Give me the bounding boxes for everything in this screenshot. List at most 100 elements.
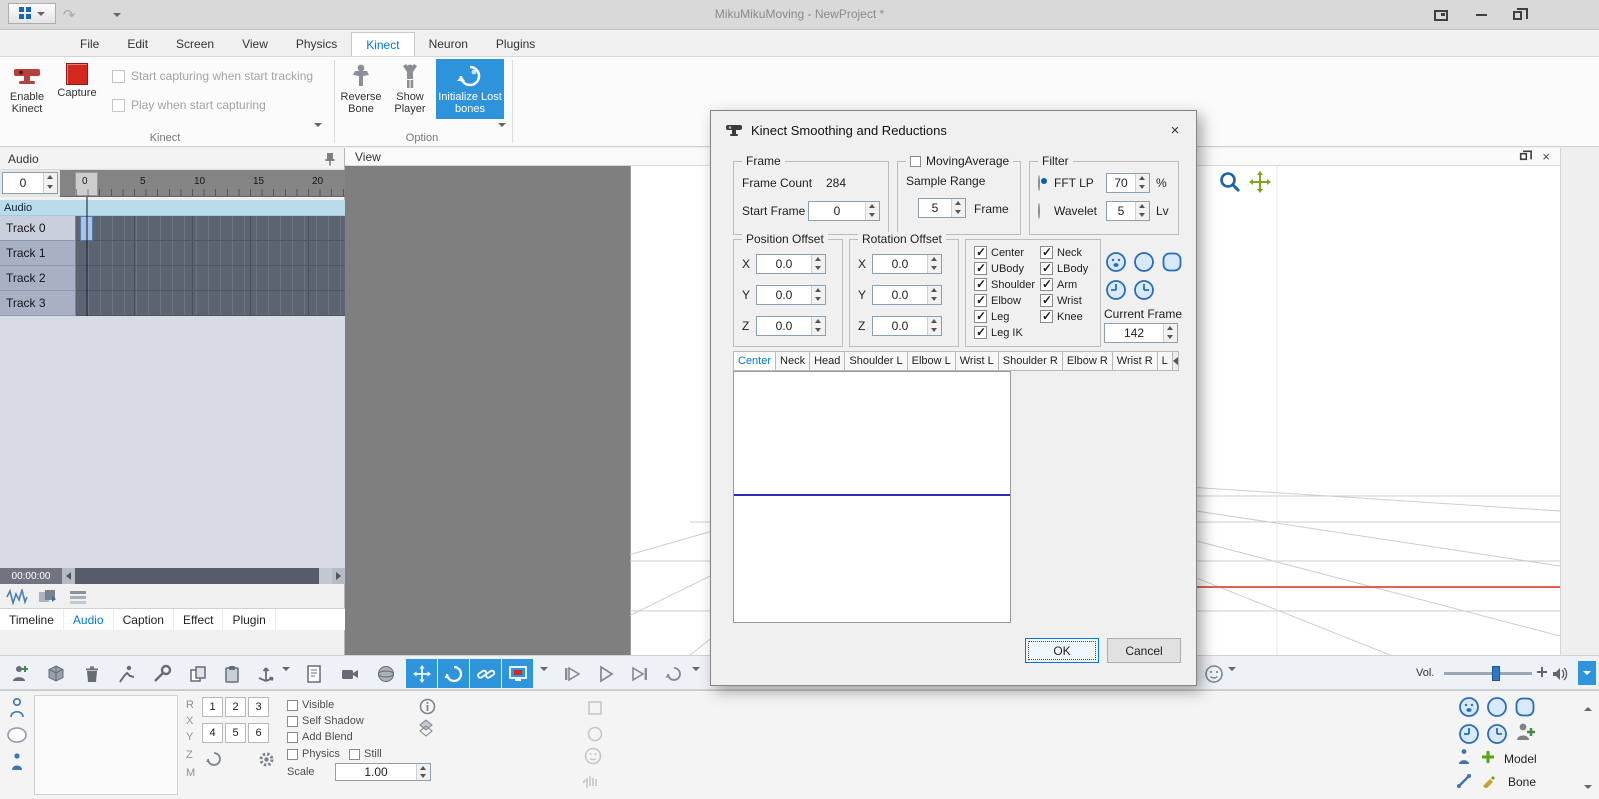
panel-scroll-down[interactable]: [1584, 789, 1592, 799]
add-blend-checkbox[interactable]: Add Blend: [287, 731, 353, 743]
check-wrist[interactable]: Wrist: [1040, 294, 1082, 307]
wavelet-spinner[interactable]: 5: [1106, 201, 1150, 221]
copy-button[interactable]: [184, 660, 211, 687]
move-mode-button[interactable]: [406, 659, 437, 688]
tab-edit[interactable]: Edit: [113, 32, 162, 56]
dialog-close-button[interactable]: ×: [1162, 119, 1188, 141]
bone-tab-shoulder-r[interactable]: Shoulder R: [999, 351, 1063, 371]
toolbar-overflow-button[interactable]: [1578, 661, 1596, 685]
rotation-x-spinner[interactable]: 0.0: [872, 254, 942, 274]
number-button-6[interactable]: 6: [248, 723, 269, 743]
tab-neuron[interactable]: Neuron: [415, 32, 482, 56]
tab-audio[interactable]: Audio: [64, 609, 114, 631]
position-z-spinner[interactable]: 0.0: [756, 316, 826, 336]
self-shadow-checkbox[interactable]: Self Shadow: [287, 715, 364, 727]
track-2-timeline[interactable]: [76, 266, 345, 291]
fft-lp-spinner[interactable]: 70: [1106, 173, 1150, 193]
local-axis-button[interactable]: [252, 660, 279, 687]
bone-square-button[interactable]: [1512, 694, 1538, 720]
fft-lp-radio[interactable]: [1038, 176, 1040, 190]
main-menu-button[interactable]: [8, 3, 56, 24]
tab-caption[interactable]: Caption: [114, 609, 174, 631]
settings-button[interactable]: [256, 749, 276, 769]
spinner-arrows[interactable]: [811, 255, 825, 273]
restore-button[interactable]: [1502, 4, 1532, 26]
physics-checkbox[interactable]: Physics: [287, 748, 340, 760]
ground-shadow-toggle[interactable]: [414, 717, 438, 739]
bone-smiley-button[interactable]: [1456, 694, 1482, 720]
check-lbody[interactable]: LBody: [1040, 262, 1088, 275]
bone-clock-right-button[interactable]: [1484, 721, 1510, 747]
model-add-icon[interactable]: [1478, 747, 1498, 767]
start-frame-spinner[interactable]: 0: [808, 201, 880, 221]
visible-checkbox[interactable]: Visible: [287, 699, 334, 711]
pin-icon[interactable]: [324, 152, 336, 166]
delete-motion-button[interactable]: [112, 660, 139, 687]
panel-scroll-up[interactable]: [1584, 693, 1592, 707]
model-listbox[interactable]: [34, 695, 178, 795]
check-shoulder[interactable]: Shoulder: [974, 278, 1035, 291]
scroll-left-button[interactable]: [62, 568, 75, 584]
cancel-button[interactable]: Cancel: [1107, 638, 1181, 663]
timeline-ruler[interactable]: 0 5 10 15 20: [60, 170, 345, 197]
bone-tab-elbow-l[interactable]: Elbow L: [908, 351, 956, 371]
physics-button[interactable]: [372, 660, 399, 687]
bone-tab-wrist-r[interactable]: Wrist R: [1113, 351, 1158, 371]
add-person-button[interactable]: [1512, 719, 1538, 745]
capture-button[interactable]: Capture: [54, 59, 100, 103]
reverse-bone-button[interactable]: Reverse Bone: [338, 59, 384, 119]
play-dropdown[interactable]: [692, 671, 700, 685]
bone-tab-leg[interactable]: L: [1158, 351, 1173, 371]
rotation-y-spinner[interactable]: 0.0: [872, 285, 942, 305]
option-group-expander[interactable]: [498, 127, 506, 141]
track-0-label[interactable]: Track 0: [0, 216, 76, 241]
check-knee[interactable]: Knee: [1040, 310, 1083, 323]
check-leg[interactable]: Leg: [974, 310, 1009, 323]
bone-circle-button[interactable]: [1484, 694, 1510, 720]
ok-button[interactable]: OK: [1025, 638, 1099, 663]
position-y-spinner[interactable]: 0.0: [756, 285, 826, 305]
axis-dropdown[interactable]: [282, 671, 290, 685]
add-accessory-button[interactable]: [42, 660, 69, 687]
scroll-right-button[interactable]: [332, 568, 345, 584]
check-center[interactable]: Center: [974, 246, 1024, 259]
bone-tab-neck[interactable]: Neck: [776, 351, 810, 371]
bone-tab-head[interactable]: Head: [810, 351, 845, 371]
spinner-arrows[interactable]: [865, 202, 879, 220]
smoothing-clock-right-button[interactable]: [1132, 278, 1156, 302]
tab-kinect[interactable]: Kinect: [351, 32, 414, 56]
tab-view[interactable]: View: [228, 32, 282, 56]
speaker-button[interactable]: [1546, 660, 1573, 687]
number-button-3[interactable]: 3: [248, 697, 269, 717]
tab-plugins[interactable]: Plugins: [482, 32, 549, 56]
camera-button[interactable]: [336, 660, 363, 687]
reset-transform-button[interactable]: [204, 749, 224, 769]
smoothing-square-button[interactable]: [1160, 250, 1184, 274]
spinner-arrows[interactable]: [951, 199, 965, 217]
model-select-button[interactable]: [4, 695, 30, 721]
bone-tab-elbow-r[interactable]: Elbow R: [1063, 351, 1113, 371]
link-mode-button[interactable]: [470, 659, 501, 688]
scale-spinner[interactable]: 1.00: [335, 763, 431, 781]
model-mode-icon[interactable]: [1454, 747, 1474, 767]
view-close-icon[interactable]: ×: [1542, 149, 1550, 164]
play-button[interactable]: [592, 660, 619, 687]
play-to-end-button[interactable]: [626, 660, 653, 687]
moving-average-header[interactable]: MovingAverage: [906, 154, 1013, 168]
check-leg-ik[interactable]: Leg IK: [974, 326, 1023, 339]
morph-select-button[interactable]: [4, 722, 30, 748]
spinner-arrows[interactable]: [811, 286, 825, 304]
audio-frame-spinner[interactable]: 0: [2, 172, 58, 194]
scrollbar-thumb[interactable]: [75, 568, 319, 584]
start-capturing-checkbox[interactable]: Start capturing when start tracking: [112, 69, 313, 83]
number-button-1[interactable]: 1: [202, 697, 223, 717]
volume-slider-thumb[interactable]: [1492, 666, 1500, 681]
expression-dropdown[interactable]: [1228, 671, 1236, 685]
rotation-z-spinner[interactable]: 0.0: [872, 316, 942, 336]
smoothing-curve-editor[interactable]: [733, 371, 1011, 623]
model-info-toggle[interactable]: [416, 695, 438, 717]
minimize-button[interactable]: [1466, 4, 1496, 26]
check-neck[interactable]: Neck: [1040, 246, 1082, 259]
kinect-group-expander[interactable]: [314, 127, 322, 141]
paste-button[interactable]: [218, 660, 245, 687]
